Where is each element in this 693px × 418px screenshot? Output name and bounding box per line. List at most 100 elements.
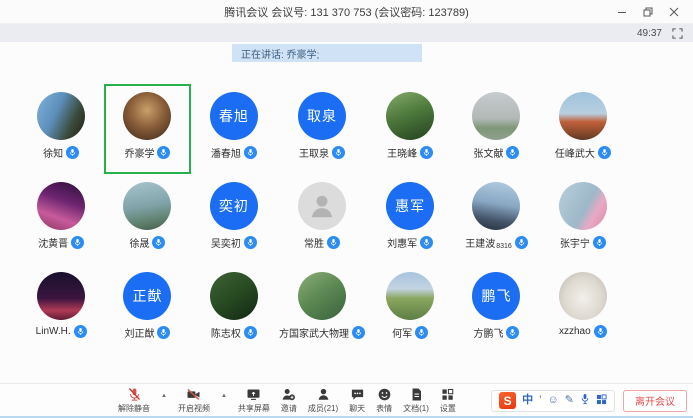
participant-tile[interactable]: 常胜: [277, 174, 367, 264]
meeting-statusbar: 49:37: [0, 24, 693, 42]
toolbar-button-invite[interactable]: 邀请: [281, 387, 297, 414]
participant-tile[interactable]: 任峰武大: [540, 84, 626, 174]
participant-tile[interactable]: 取泉王取泉: [277, 84, 367, 174]
participant-name-row: 张文献: [473, 145, 519, 160]
mic-icon[interactable]: [71, 236, 84, 249]
participant-name-row: 常胜: [304, 235, 340, 250]
mic-icon[interactable]: [332, 146, 345, 159]
participant-name-row: 何军: [392, 325, 428, 340]
participant-tile[interactable]: 王建波8316: [453, 174, 539, 264]
participant-name-row: 张宇宁: [560, 235, 606, 250]
toolbar-button-mic-muted[interactable]: 解除静音: [118, 387, 150, 414]
ime-voice-icon[interactable]: [580, 393, 590, 408]
toolbar-button-members[interactable]: 成员(21): [308, 387, 338, 414]
toolbar-button-screen-share[interactable]: 共享屏幕: [238, 387, 270, 414]
toolbar-button-label: 设置: [440, 403, 456, 414]
toolbar-button-settings[interactable]: 设置: [440, 387, 456, 414]
participant-tile[interactable]: 正猷刘正猷: [104, 264, 190, 354]
participant-name-row: 方国家武大物理: [279, 325, 365, 340]
toolbar-button-chat[interactable]: 聊天: [349, 387, 365, 414]
participant-tile[interactable]: 鹏飞方鹏飞: [453, 264, 539, 354]
mic-icon[interactable]: [420, 236, 433, 249]
participant-tile[interactable]: 沈黄晋: [18, 174, 104, 264]
participant-name: 方国家武大物理: [279, 325, 349, 340]
avatar: [386, 92, 434, 140]
avatar: [559, 182, 607, 230]
avatar: [559, 272, 607, 320]
ime-mode-toggle[interactable]: 中: [522, 395, 533, 406]
participant-tile[interactable]: 王晓峰: [367, 84, 453, 174]
participant-name-row: xzzhao: [559, 325, 607, 338]
participant-tile[interactable]: 徐晟: [104, 174, 190, 264]
document-icon: [409, 387, 424, 402]
mic-icon[interactable]: [244, 146, 257, 159]
mic-icon[interactable]: [244, 326, 257, 339]
participant-tile[interactable]: 春旭潘春旭: [191, 84, 277, 174]
restore-button[interactable]: [635, 0, 661, 24]
mic-icon[interactable]: [415, 326, 428, 339]
minimize-button[interactable]: [609, 0, 635, 24]
mic-icon[interactable]: [157, 146, 170, 159]
avatar: [123, 182, 171, 230]
mic-icon[interactable]: [157, 326, 170, 339]
fullscreen-icon[interactable]: [672, 28, 683, 39]
mic-icon[interactable]: [515, 236, 528, 249]
toolbar-button-document[interactable]: 文档(1): [403, 387, 429, 414]
mic-icon[interactable]: [598, 146, 611, 159]
mic-icon[interactable]: [327, 236, 340, 249]
toolbar-button-label: 解除静音: [118, 403, 150, 414]
window-title: 腾讯会议 会议号: 131 370 753 (会议密码: 123789): [224, 4, 469, 20]
emoji-icon: [377, 387, 392, 402]
titlebar: 腾讯会议 会议号: 131 370 753 (会议密码: 123789): [0, 0, 693, 24]
avatar: [472, 182, 520, 230]
participant-tile[interactable]: xzzhao: [540, 264, 626, 354]
participant-name: 王取泉: [299, 145, 329, 160]
ime-phrase-icon[interactable]: ’: [539, 395, 541, 406]
mic-icon[interactable]: [594, 325, 607, 338]
toolbar-button-label: 表情: [376, 403, 392, 414]
participant-tile[interactable]: 惠军刘惠军: [367, 174, 453, 264]
participant-tile[interactable]: 陈志权: [191, 264, 277, 354]
caret-up-icon[interactable]: ▲: [161, 393, 167, 399]
participant-tile[interactable]: 何军: [367, 264, 453, 354]
participant-tile[interactable]: 张宇宁: [540, 174, 626, 264]
close-button[interactable]: [661, 0, 687, 24]
leave-meeting-button[interactable]: 离开会议: [623, 390, 687, 412]
mic-icon[interactable]: [244, 236, 257, 249]
mic-icon[interactable]: [420, 146, 433, 159]
toolbar-button-camera-off[interactable]: 开启视频: [178, 387, 210, 414]
ime-pencil-icon[interactable]: ✎: [565, 395, 574, 406]
toolbar-button-label: 文档(1): [403, 403, 429, 414]
mic-icon[interactable]: [506, 326, 519, 339]
participant-name-row: 陈志权: [211, 325, 257, 340]
toolbar-button-label: 邀请: [281, 403, 297, 414]
avatar: 取泉: [298, 92, 346, 140]
sogou-logo-icon[interactable]: S: [499, 392, 516, 409]
participant-tile[interactable]: 乔豪学: [104, 84, 190, 174]
participant-tile[interactable]: 张文献: [453, 84, 539, 174]
mic-icon[interactable]: [152, 236, 165, 249]
participant-tile[interactable]: LinW.H.: [18, 264, 104, 354]
ime-keyboard-icon[interactable]: [596, 394, 607, 408]
participant-name: 刘惠军: [387, 235, 417, 250]
avatar: [559, 92, 607, 140]
ime-emoji-icon[interactable]: ☺: [548, 395, 559, 406]
participant-name-row: 乔豪学: [124, 145, 170, 160]
participant-name-suffix: 8316: [496, 243, 512, 250]
toolbar-button-emoji[interactable]: 表情: [376, 387, 392, 414]
participant-name: LinW.H.: [36, 326, 71, 337]
caret-up-icon[interactable]: ▲: [221, 393, 227, 399]
participant-tile[interactable]: 奕初吴奕初: [191, 174, 277, 264]
participant-name: 徐知: [43, 145, 63, 160]
mic-icon[interactable]: [74, 325, 87, 338]
mic-icon[interactable]: [352, 326, 365, 339]
participant-tile[interactable]: 方国家武大物理: [277, 264, 367, 354]
mic-icon[interactable]: [506, 146, 519, 159]
settings-icon: [440, 387, 455, 402]
participant-tile[interactable]: 徐知: [18, 84, 104, 174]
participant-name: 张宇宁: [560, 235, 590, 250]
mic-icon[interactable]: [593, 236, 606, 249]
mic-muted-icon: [127, 387, 142, 402]
mic-icon[interactable]: [66, 146, 79, 159]
meeting-timer: 49:37: [637, 28, 662, 39]
